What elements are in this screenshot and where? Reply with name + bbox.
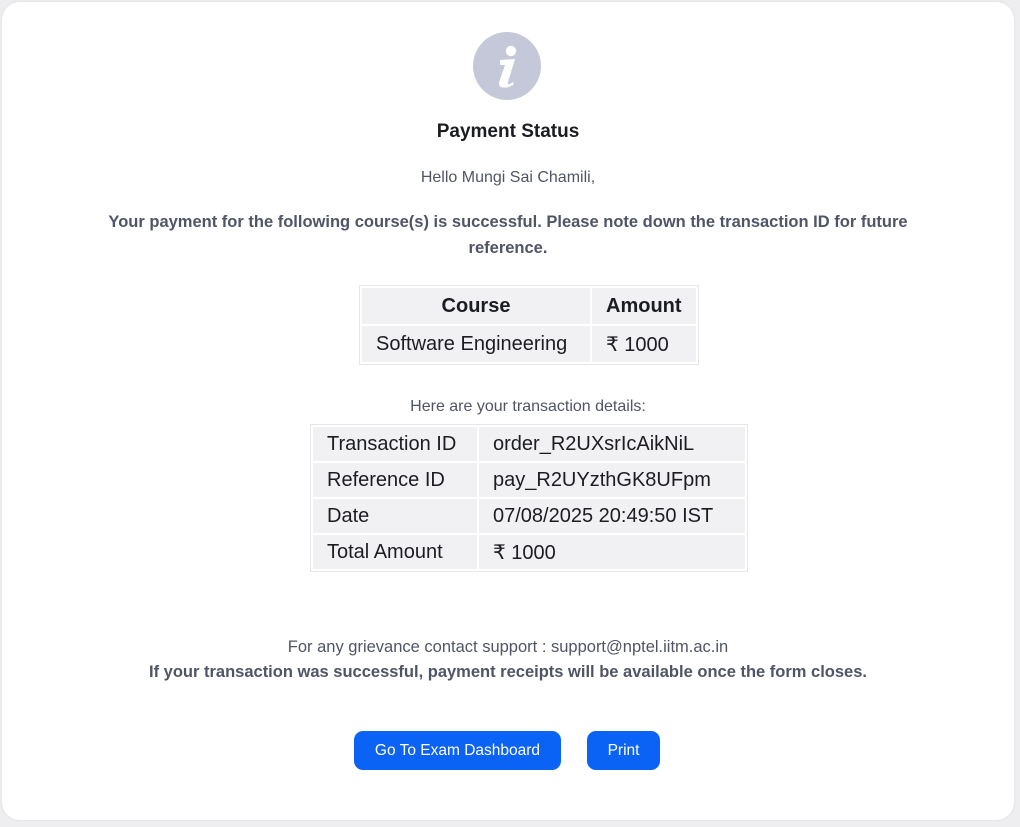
course-table: Course Amount Software Engineering ₹ 100… — [359, 285, 699, 365]
table-row: Transaction ID order_R2UXsrIcAikNiL — [313, 427, 745, 461]
payment-status-card: Payment Status Hello Mungi Sai Chamili, … — [2, 2, 1014, 820]
reference-id-label: Reference ID — [313, 463, 477, 497]
support-contact-text: For any grievance contact support : supp… — [287, 638, 729, 656]
greeting-text: Hello Mungi Sai Chamili, — [420, 169, 596, 186]
table-row: Date 07/08/2025 20:49:50 IST — [313, 499, 745, 533]
transaction-id-label: Transaction ID — [313, 427, 477, 461]
table-row: Software Engineering ₹ 1000 — [362, 326, 696, 362]
go-to-exam-dashboard-button[interactable]: Go To Exam Dashboard — [354, 731, 561, 770]
success-message: Your payment for the following course(s)… — [108, 213, 908, 257]
total-amount-value: ₹ 1000 — [479, 535, 745, 569]
info-icon — [473, 32, 541, 100]
page-title: Payment Status — [436, 121, 580, 142]
date-value: 07/08/2025 20:49:50 IST — [479, 499, 745, 533]
receipt-note: If your transaction was successful, paym… — [148, 663, 867, 681]
table-row: Reference ID pay_R2UYzthGK8UFpm — [313, 463, 745, 497]
date-label: Date — [313, 499, 477, 533]
course-name-cell: Software Engineering — [362, 326, 590, 362]
course-header: Course — [362, 288, 590, 324]
total-amount-label: Total Amount — [313, 535, 477, 569]
reference-id-value: pay_R2UYzthGK8UFpm — [479, 463, 745, 497]
table-row: Total Amount ₹ 1000 — [313, 535, 745, 569]
transaction-details-label: Here are your transaction details: — [410, 398, 646, 415]
print-button[interactable]: Print — [587, 731, 660, 770]
amount-header: Amount — [592, 288, 696, 324]
table-header-row: Course Amount — [362, 288, 696, 324]
transaction-table: Transaction ID order_R2UXsrIcAikNiL Refe… — [310, 424, 748, 572]
course-amount-cell: ₹ 1000 — [592, 326, 696, 362]
transaction-id-value: order_R2UXsrIcAikNiL — [479, 427, 745, 461]
